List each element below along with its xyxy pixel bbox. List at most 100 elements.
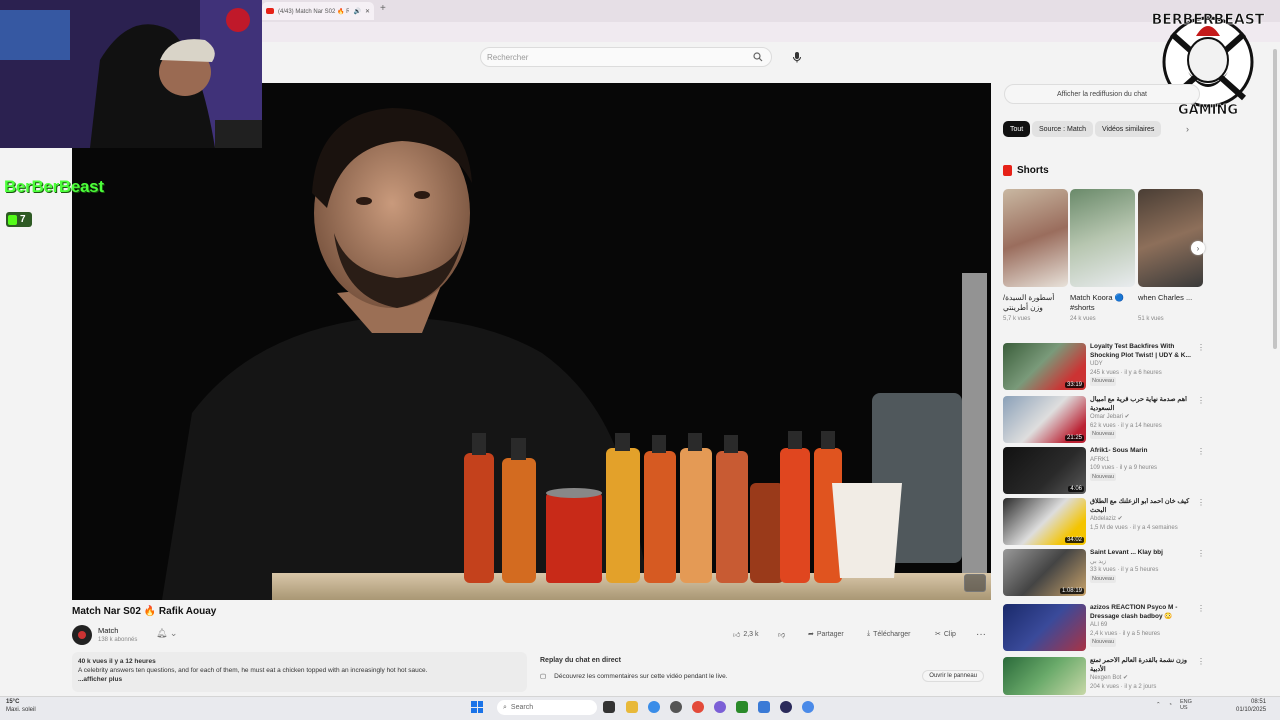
taskbar-search[interactable]: ⌕ Search — [497, 700, 597, 715]
recommended-video[interactable]: 4:06 Afrik1- Sous Marin AFRK1 109 vues ·… — [1003, 447, 1205, 495]
short-views: 24 k vues — [1070, 316, 1096, 322]
kick-viewer-count: 7 — [6, 212, 32, 227]
description-show-more[interactable]: ...afficher plus — [78, 675, 521, 684]
system-tray[interactable]: ⌃ ◔ ENG US — [1156, 699, 1192, 711]
recommended-video[interactable]: 21:25 أهم صدمة نهاية حرب قرية مع أمبيال … — [1003, 396, 1205, 444]
video-title: أهم صدمة نهاية حرب قرية مع أمبيال السعود… — [1090, 396, 1187, 412]
video-overlay-button[interactable] — [964, 574, 986, 592]
shorts-heading: Shorts — [1003, 165, 1049, 176]
description-text: A celebrity answers ten questions, and f… — [78, 667, 428, 674]
more-vert-icon[interactable]: ⋮ — [1197, 657, 1205, 695]
search-box[interactable] — [480, 47, 772, 67]
search-icon[interactable] — [751, 50, 765, 64]
video-thumbnail — [1003, 657, 1086, 695]
search-input[interactable] — [487, 52, 751, 62]
chrome-icon[interactable] — [692, 701, 704, 713]
like-button[interactable]: 👍︎ 2,3 k — [733, 627, 759, 641]
kick-app-icon[interactable] — [736, 701, 748, 713]
short-views: 5,7 k vues — [1003, 316, 1031, 322]
video-thumbnail: 4:06 — [1003, 447, 1086, 494]
more-vert-icon[interactable]: ⋮ — [1197, 343, 1205, 391]
chevron-up-icon[interactable]: ⌃ — [1156, 702, 1161, 708]
tab-close-icon[interactable]: ✕ — [365, 8, 370, 15]
thumbs-down-icon: 👎︎ — [778, 631, 786, 639]
chip-source-match[interactable]: Source : Match — [1032, 121, 1094, 137]
language-indicator[interactable]: ENG US — [1180, 699, 1192, 711]
app-icon[interactable] — [670, 701, 682, 713]
weather-temp: 15°C — [6, 699, 20, 705]
more-actions-button[interactable]: ··· — [976, 627, 986, 641]
taskbar-clock[interactable]: 08:51 01/10/2025 — [1236, 698, 1266, 714]
shorts-next-arrow-icon[interactable]: › — [1191, 241, 1205, 255]
open-panel-button[interactable]: Ouvrir le panneau — [922, 670, 984, 682]
vscode-icon[interactable] — [758, 701, 770, 713]
steam-icon[interactable] — [780, 701, 792, 713]
tab-audio-icon[interactable]: 🔊 — [353, 8, 360, 15]
recommended-video[interactable]: azizos REACTION Psyco M - Dressage clash… — [1003, 604, 1205, 652]
channel-subscribers: 138 k abonnés — [98, 637, 138, 643]
dislike-button[interactable]: 👎︎ — [778, 627, 785, 641]
chevron-right-icon[interactable]: › — [1186, 124, 1189, 134]
more-vert-icon[interactable]: ⋮ — [1197, 396, 1205, 444]
chip-all[interactable]: Tout — [1003, 121, 1031, 137]
recommended-video[interactable]: 34:02 كيف خان أحمد أبو الزعلنك مع الطلاق… — [1003, 498, 1205, 546]
search-icon: ⌕ — [503, 703, 507, 711]
video-title: Afrik1- Sous Marin — [1090, 447, 1148, 454]
clip-button[interactable]: ✂ Clip — [935, 627, 956, 641]
shorts-heading-label: Shorts — [1017, 165, 1049, 176]
recommended-video[interactable]: 1:08:19 Saint Levant ... Klay bbj زيد بي… — [1003, 549, 1205, 597]
address-bar[interactable] — [262, 22, 1280, 42]
notification-bell-icon[interactable]: 🔔︎ ⌄ — [156, 628, 177, 639]
thumbs-up-icon: 👍︎ — [733, 631, 741, 639]
kick-channel-name: BerBerBeast — [4, 177, 104, 196]
short-card[interactable]: أسطورة السيدة/ وزن أطرينتي 5,7 k vues — [1003, 189, 1068, 322]
windows-start-icon[interactable] — [471, 701, 483, 713]
share-button[interactable]: ➦ Partager — [808, 627, 844, 641]
more-vert-icon[interactable]: ⋮ — [1197, 447, 1205, 495]
short-card[interactable]: when Charles ... 51 k vues — [1138, 189, 1203, 322]
description-stats: 40 k vues il y a 12 heures — [78, 658, 156, 665]
video-title: Loyalty Test Backfires With Shocking Plo… — [1090, 343, 1191, 359]
wifi-icon[interactable]: ◔ — [1169, 702, 1172, 708]
video-thumbnail: 21:25 — [1003, 396, 1086, 443]
channel-avatar[interactable] — [72, 625, 92, 645]
page-scrollbar[interactable] — [1272, 44, 1278, 694]
video-meta: 2,4 k vues · il y a 5 heures — [1090, 630, 1161, 637]
channel-name[interactable]: Match — [98, 626, 118, 635]
short-thumbnail — [1138, 189, 1203, 287]
video-duration: 33:19 — [1064, 382, 1084, 388]
video-meta: 109 vues · il y a 9 heures — [1090, 465, 1158, 471]
clock-date: 01/10/2025 — [1236, 707, 1267, 713]
task-view-icon[interactable] — [603, 701, 615, 713]
video-title: كيف خان أحمد أبو الزعلنك مع الطلاق البحث — [1090, 498, 1190, 514]
like-count: 2,3 k — [743, 630, 759, 638]
recommended-video[interactable]: وزن نشمة بالقدرة العالم الأحمر تمتع الأد… — [1003, 657, 1205, 695]
video-meta: 204 k vues · il y a 2 jours — [1090, 683, 1157, 690]
video-thumbnail: 33:19 — [1003, 343, 1086, 390]
new-tab-button[interactable]: + — [380, 3, 386, 14]
video-description[interactable]: 40 k vues il y a 12 heures A celebrity a… — [72, 652, 527, 692]
recommended-video[interactable]: 33:19 Loyalty Test Backfires With Shocki… — [1003, 343, 1205, 391]
show-chat-replay-button[interactable]: Afficher la rediffusion du chat — [1004, 84, 1200, 104]
download-button[interactable]: ⤓ Télécharger — [867, 627, 910, 641]
microphone-icon[interactable] — [790, 50, 804, 64]
video-duration: 1:08:19 — [1059, 588, 1084, 594]
video-channel: Omar Jebari ✔ — [1090, 414, 1130, 420]
browser-tab-youtube[interactable]: (4/43) Match Nar S02 🔥 Ra... 🔊 ✕ — [262, 2, 374, 20]
share-label: Partager — [816, 630, 844, 638]
video-player[interactable] — [72, 83, 991, 600]
short-thumbnail — [1070, 189, 1135, 287]
windows-taskbar — [0, 696, 1280, 720]
file-explorer-icon[interactable] — [626, 701, 638, 713]
browser-icon[interactable] — [802, 701, 814, 713]
weather-widget[interactable]: 15°C Maxi. soleil — [6, 698, 36, 714]
more-vert-icon[interactable]: ⋮ — [1197, 498, 1205, 546]
more-vert-icon[interactable]: ⋮ — [1197, 604, 1205, 652]
more-vert-icon[interactable]: ⋮ — [1197, 549, 1205, 597]
chip-similar-videos[interactable]: Vidéos similaires — [1095, 121, 1162, 137]
short-card[interactable]: Match Koora 🔵 #shorts 24 k vues — [1070, 189, 1135, 322]
new-badge: Nouveau — [1090, 430, 1117, 439]
short-thumbnail — [1003, 189, 1068, 287]
discord-icon[interactable] — [714, 701, 726, 713]
edge-icon[interactable] — [648, 701, 660, 713]
